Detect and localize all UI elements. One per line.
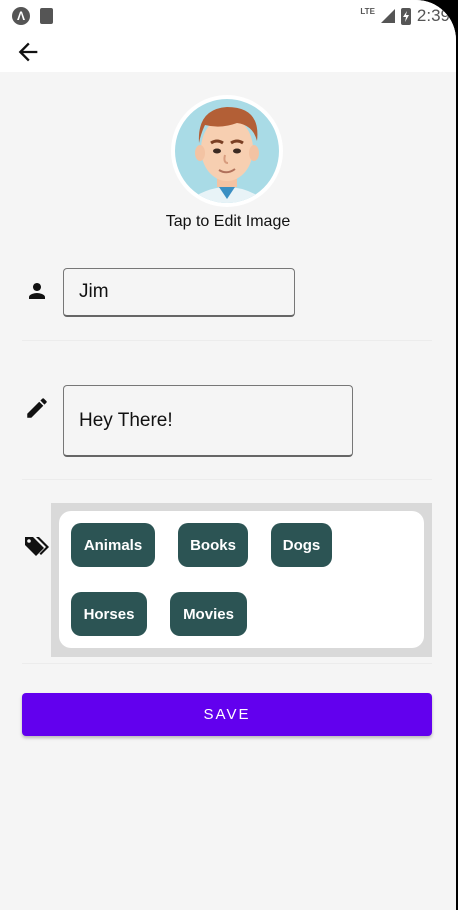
avatar-image xyxy=(175,99,279,203)
tag-chip-dogs[interactable]: Dogs xyxy=(271,523,332,567)
tag-chip-horses[interactable]: Horses xyxy=(71,592,147,636)
back-button[interactable] xyxy=(14,38,42,66)
app-screen: Λ LTE 2:39 Tap to Edit Image Jim Hey The… xyxy=(0,0,456,910)
save-button[interactable]: SAVE xyxy=(22,693,432,736)
tag-chip-books[interactable]: Books xyxy=(178,523,248,567)
edit-image-label[interactable]: Tap to Edit Image xyxy=(0,213,456,231)
pencil-icon xyxy=(27,398,47,418)
clock: 2:39 xyxy=(416,6,450,25)
arrow-back-icon xyxy=(18,42,38,62)
app-notification-icon: Λ xyxy=(12,7,30,25)
profile-avatar[interactable] xyxy=(171,95,283,207)
tags-icon xyxy=(25,537,49,556)
app-bar xyxy=(0,32,456,72)
tag-chip-movies[interactable]: Movies xyxy=(170,592,247,636)
battery-icon xyxy=(400,7,411,25)
person-icon xyxy=(29,283,45,299)
status-input[interactable]: Hey There! xyxy=(63,385,353,457)
network-type: LTE xyxy=(360,6,375,16)
sd-card-icon xyxy=(40,8,53,24)
status-bar: Λ LTE 2:39 xyxy=(0,0,456,32)
divider xyxy=(22,479,432,480)
name-input[interactable]: Jim xyxy=(63,268,295,317)
tag-chip-animals[interactable]: Animals xyxy=(71,523,155,567)
signal-icon xyxy=(380,9,395,23)
divider xyxy=(22,340,432,341)
divider xyxy=(22,663,432,664)
